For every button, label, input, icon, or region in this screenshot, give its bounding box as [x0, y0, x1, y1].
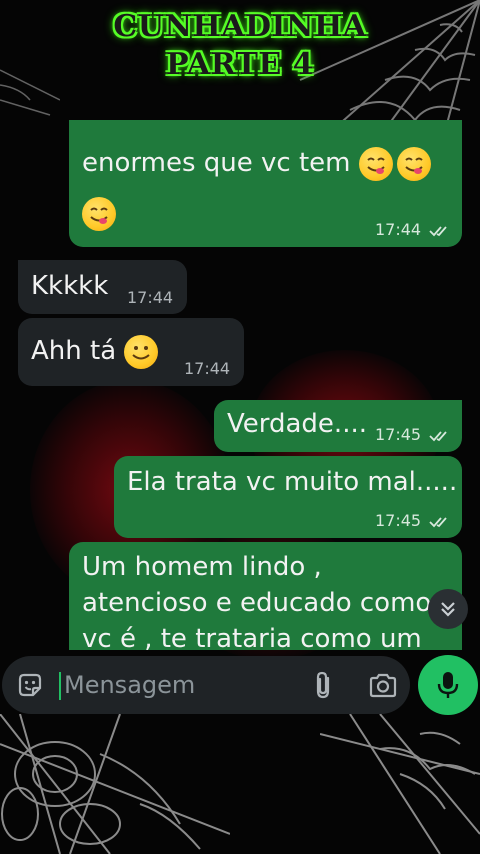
double-chevron-down-icon	[441, 602, 455, 617]
message-text-line: atencioso e educado como	[82, 588, 432, 618]
message-text: Verdade....	[227, 409, 367, 439]
message-incoming[interactable]: Kkkkk 17:44	[18, 260, 187, 314]
message-outgoing[interactable]: enormes que vc tem 17:44	[69, 120, 462, 247]
message-composer[interactable]: Mensagem	[2, 656, 410, 714]
double-check-icon	[429, 430, 447, 441]
yum-emoji-icon	[396, 146, 431, 181]
message-text: Ela trata vc muito mal.....	[127, 467, 458, 497]
message-time: 17:45	[375, 425, 422, 444]
text-cursor	[59, 672, 61, 700]
message-text: Kkkkk	[31, 271, 109, 301]
sticker-icon[interactable]	[16, 671, 44, 699]
title-line-1: CUNHADINHA	[113, 9, 367, 44]
message-incoming[interactable]: Ahh tá 17:44	[18, 318, 244, 386]
message-text: Ahh tá	[31, 336, 117, 366]
message-time: 17:44	[127, 288, 174, 307]
camera-icon[interactable]	[368, 672, 398, 698]
title-line-2: PARTE 4	[165, 47, 315, 82]
message-time: 17:44	[375, 220, 422, 239]
microphone-icon	[437, 672, 459, 698]
double-check-icon	[429, 225, 447, 236]
message-time: 17:45	[375, 511, 422, 530]
yum-emoji-icon	[82, 197, 116, 231]
scroll-to-bottom-button[interactable]	[428, 589, 468, 629]
message-outgoing[interactable]: Verdade.... 17:45	[214, 400, 462, 452]
message-outgoing[interactable]: Um homem lindo , atencioso e educado com…	[69, 542, 462, 650]
message-text-line: Um homem lindo ,	[82, 552, 322, 582]
message-text-line: vc é , te trataria como um	[82, 624, 422, 650]
paperclip-icon[interactable]	[310, 670, 338, 700]
message-outgoing[interactable]: Ela trata vc muito mal..... 17:45	[114, 456, 462, 538]
video-title: CUNHADINHA PARTE 4	[0, 8, 480, 84]
message-list[interactable]: enormes que vc tem 17:44 Kkkkk 17:44 Ahh…	[0, 0, 480, 854]
double-check-icon	[429, 516, 447, 527]
message-time: 17:44	[184, 359, 231, 378]
message-input[interactable]: Mensagem	[64, 669, 195, 701]
yum-emoji-icon	[358, 146, 393, 181]
voice-message-button[interactable]	[418, 655, 478, 715]
message-text: enormes que vc tem	[82, 148, 351, 178]
smile-emoji-icon	[124, 334, 159, 369]
